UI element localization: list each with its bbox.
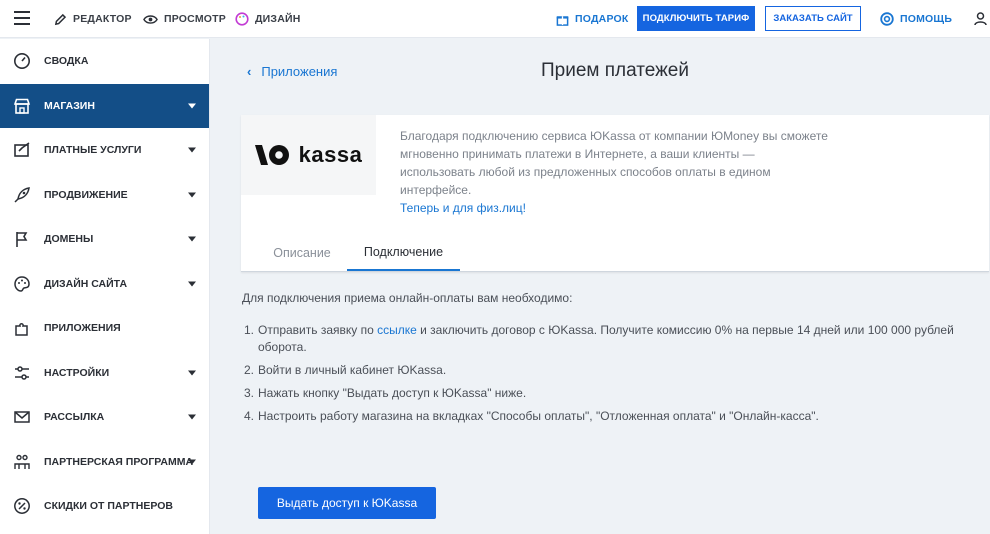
envelope-icon: [12, 407, 32, 427]
list-item: 4. Настроить работу магазина на вкладках…: [244, 408, 986, 425]
list-item: 3. Нажать кнопку "Выдать доступ к ЮKassa…: [244, 385, 986, 402]
chevron-left-icon: ‹: [247, 64, 252, 79]
page-title: Прием платежей: [540, 60, 689, 81]
application-link[interactable]: ссылке: [377, 323, 417, 337]
yookassa-logo: kassa: [241, 115, 376, 195]
flag-icon: [12, 229, 32, 249]
sidebar-item-partner-program[interactable]: ПАРТНЕРСКАЯ ПРОГРАММА: [0, 440, 209, 485]
design-palette-icon: [235, 12, 249, 26]
store-icon: [12, 96, 32, 116]
sidebar-item-label: ПЛАТНЫЕ УСЛУГИ: [44, 144, 142, 157]
sidebar-item-label: СВОДКА: [44, 55, 89, 68]
top-bar: РЕДАКТОР ПРОСМОТР ДИЗАЙН ПОДАРОК ПОДКЛЮЧ…: [0, 0, 990, 38]
design-link[interactable]: ДИЗАЙН: [235, 0, 301, 38]
lifebuoy-icon: [880, 12, 894, 26]
help-label: ПОМОЩЬ: [900, 13, 953, 25]
sidebar-item-label: ПРОДВИЖЕНИЕ: [44, 188, 128, 201]
sidebar: СВОДКА МАГАЗИН ПЛАТНЫЕ УСЛУГИ ПРОДВИЖЕНИ…: [0, 39, 210, 534]
list-item: 2. Войти в личный кабинет ЮKassa.: [244, 362, 986, 379]
step-number: 3.: [244, 386, 255, 400]
list-item: 1. Отправить заявку по ссылке и заключит…: [244, 322, 986, 356]
puzzle-icon: [12, 318, 32, 338]
sidebar-item-site-design[interactable]: ДИЗАЙН САЙТА: [0, 262, 209, 307]
sidebar-item-summary[interactable]: СВОДКА: [0, 39, 209, 84]
hamburger-menu-icon[interactable]: [14, 11, 30, 25]
chevron-down-icon: [188, 236, 196, 242]
user-profile-button[interactable]: [974, 0, 990, 38]
sidebar-item-label: ДИЗАЙН САЙТА: [44, 277, 128, 290]
gift-link[interactable]: ПОДАРОК: [556, 0, 628, 38]
percent-icon: [12, 496, 32, 516]
step-text: Нажать кнопку "Выдать доступ к ЮKassa" н…: [258, 386, 527, 400]
step-text: Настроить работу магазина на вкладках "С…: [258, 409, 819, 423]
logo-text: kassa: [298, 142, 363, 167]
sidebar-item-apps[interactable]: ПРИЛОЖЕНИЯ: [0, 306, 209, 351]
editor-link[interactable]: РЕДАКТОР: [54, 0, 132, 38]
design-label: ДИЗАЙН: [255, 13, 301, 25]
step-number: 2.: [244, 363, 255, 377]
sidebar-item-store[interactable]: МАГАЗИН: [0, 83, 209, 128]
sidebar-item-label: СКИДКИ ОТ ПАРТНЕРОВ: [44, 500, 173, 513]
tab-description[interactable]: Описание: [257, 235, 347, 271]
sidebar-item-label: ПАРТНЕРСКАЯ ПРОГРАММА: [44, 455, 194, 468]
pencil-icon: [54, 13, 67, 25]
app-description: Благодаря подключению сервиса ЮKassa от …: [400, 127, 830, 217]
connect-plan-button[interactable]: ПОДКЛЮЧИТЬ ТАРИФ: [637, 6, 755, 31]
chevron-down-icon: [188, 103, 196, 109]
sliders-icon: [12, 363, 32, 383]
back-to-apps-link[interactable]: ‹ Приложения: [247, 64, 337, 79]
help-link[interactable]: ПОМОЩЬ: [880, 0, 952, 38]
step-number: 1.: [244, 323, 255, 337]
app-card: kassa Благодаря подключению сервиса ЮKas…: [241, 115, 989, 272]
sidebar-item-paid-services[interactable]: ПЛАТНЫЕ УСЛУГИ: [0, 128, 209, 173]
editor-label: РЕДАКТОР: [73, 13, 132, 25]
chevron-down-icon: [188, 147, 196, 153]
chevron-down-icon: [188, 281, 196, 287]
partners-icon: [12, 452, 32, 472]
order-site-button[interactable]: ЗАКАЗАТЬ САЙТ: [765, 6, 861, 31]
instructions-intro: Для подключения приема онлайн-оплаты вам…: [242, 291, 573, 305]
gauge-icon: [12, 51, 32, 71]
gift-label: ПОДАРОК: [575, 13, 629, 25]
tabs: Описание Подключение: [241, 235, 989, 272]
sidebar-item-promotion[interactable]: ПРОДВИЖЕНИЕ: [0, 173, 209, 218]
step-text: Отправить заявку по: [258, 323, 378, 337]
sidebar-item-partner-discounts[interactable]: СКИДКИ ОТ ПАРТНЕРОВ: [0, 484, 209, 529]
back-label: Приложения: [261, 64, 338, 79]
chevron-down-icon: [188, 370, 196, 376]
sidebar-item-settings[interactable]: НАСТРОЙКИ: [0, 351, 209, 396]
description-text: Благодаря подключению сервиса ЮKassa от …: [400, 129, 828, 197]
step-text: Войти в личный кабинет ЮKassa.: [258, 363, 447, 377]
sidebar-item-label: РАССЫЛКА: [44, 411, 105, 424]
sidebar-item-label: НАСТРОЙКИ: [44, 366, 110, 379]
preview-label: ПРОСМОТР: [164, 13, 226, 25]
yookassa-mark-icon: [254, 145, 289, 165]
sidebar-item-label: МАГАЗИН: [44, 99, 95, 112]
gift-icon: [556, 15, 569, 26]
grant-access-button[interactable]: Выдать доступ к ЮKassa: [258, 487, 436, 519]
chevron-down-icon: [188, 414, 196, 420]
chevron-down-icon: [188, 192, 196, 198]
chevron-down-icon: [188, 459, 196, 465]
preview-link[interactable]: ПРОСМОТР: [143, 0, 226, 38]
steps-list: 1. Отправить заявку по ссылке и заключит…: [244, 322, 986, 431]
eye-icon: [143, 14, 158, 24]
rocket-icon: [12, 185, 32, 205]
user-icon: [974, 12, 987, 26]
palette-icon: [12, 274, 32, 294]
sidebar-item-label: ДОМЕНЫ: [44, 233, 94, 246]
sidebar-item-mailing[interactable]: РАССЫЛКА: [0, 395, 209, 440]
step-number: 4.: [244, 409, 255, 423]
individuals-link[interactable]: Теперь и для физ.лиц!: [400, 199, 830, 217]
tab-connection[interactable]: Подключение: [347, 235, 460, 271]
paid-services-icon: [12, 140, 32, 160]
sidebar-item-label: ПРИЛОЖЕНИЯ: [44, 322, 121, 335]
sidebar-item-domains[interactable]: ДОМЕНЫ: [0, 217, 209, 262]
